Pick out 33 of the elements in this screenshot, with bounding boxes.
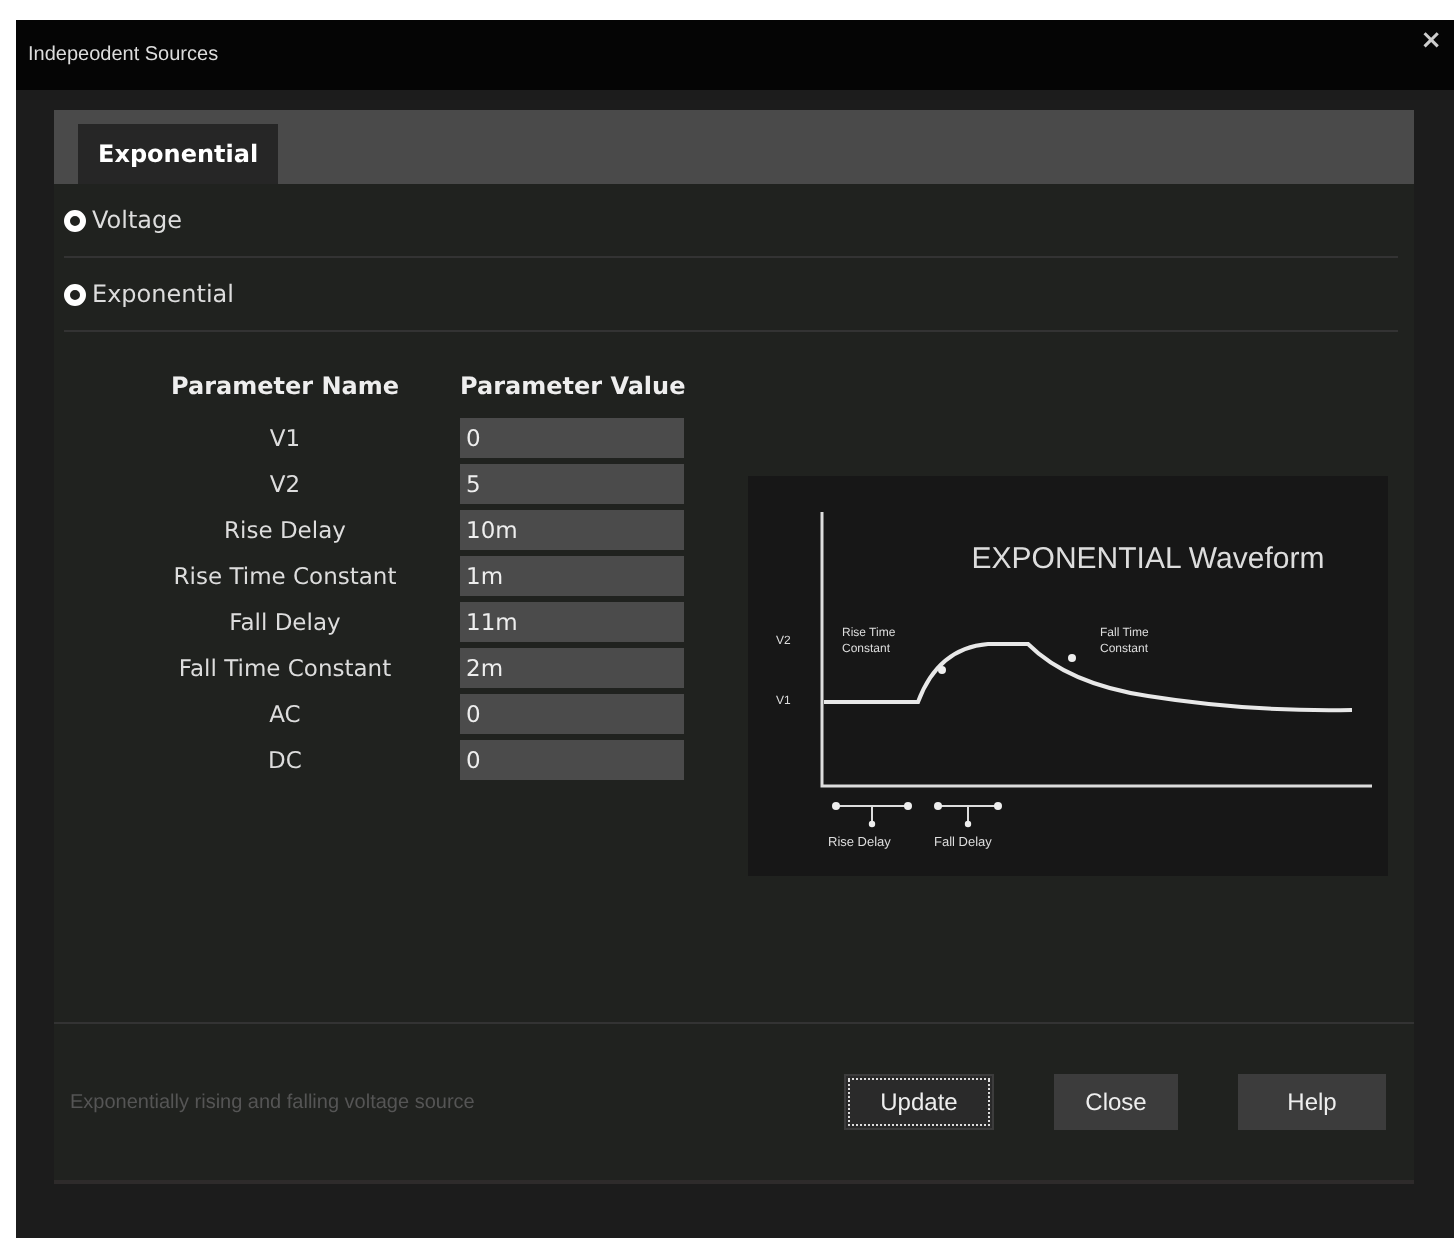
marker-dot — [938, 666, 946, 674]
delay-marker-drawing — [832, 802, 912, 828]
parameter-name: V1 — [267, 422, 303, 456]
parameter-name: Rise Delay — [222, 514, 348, 548]
radio-icon[interactable] — [64, 209, 86, 231]
parameter-value-field[interactable]: 1m — [460, 556, 684, 596]
parameter-name: Rise Time Constant — [171, 560, 399, 594]
parameter-value-field[interactable]: 0 — [460, 740, 684, 780]
parameter-name: AC — [267, 698, 303, 732]
parameter-name: Fall Time Constant — [176, 652, 394, 686]
parameter-value-field[interactable]: 10m — [460, 510, 684, 550]
delay-marker-drawing — [934, 802, 1002, 828]
dialog-button[interactable]: Help — [1238, 1074, 1386, 1130]
section-label[interactable]: Voltage — [92, 206, 183, 234]
close-button[interactable]: × — [1416, 26, 1446, 56]
column-header: Parameter Name — [169, 372, 401, 400]
parameter-value-field[interactable]: 11m — [460, 602, 684, 642]
tab[interactable]: Exponential — [78, 124, 279, 184]
parameter-value-field[interactable]: 5 — [460, 464, 684, 504]
section-label[interactable]: Exponential — [92, 280, 234, 308]
marker-dot — [1068, 654, 1076, 662]
parameter-name: DC — [266, 744, 304, 778]
window-title: Indepeodent Sources — [28, 44, 219, 66]
diagram-title: EXPONENTIAL Waveform — [971, 542, 1325, 576]
parameter-value-field[interactable]: 0 — [460, 694, 684, 734]
column-header: Parameter Value — [460, 372, 688, 400]
parameter-value-field[interactable]: 0 — [460, 418, 684, 458]
dialog-button[interactable]: Close — [1054, 1074, 1178, 1130]
parameter-value-field[interactable]: 2m — [460, 648, 684, 688]
radio-icon[interactable] — [64, 283, 86, 305]
parameter-name: V2 — [267, 468, 303, 502]
dialog-button[interactable]: Update — [844, 1074, 994, 1130]
parameter-name: Fall Delay — [227, 606, 343, 640]
